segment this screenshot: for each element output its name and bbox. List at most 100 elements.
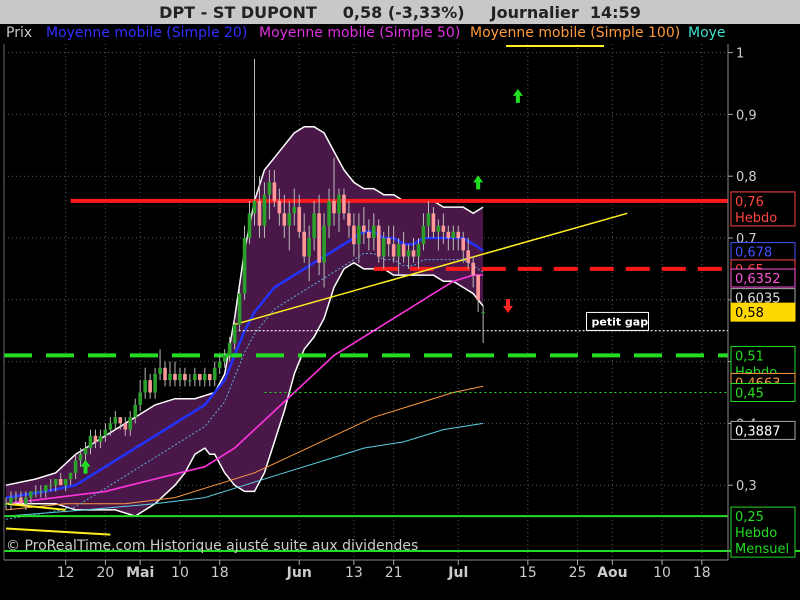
candle-body-26 xyxy=(133,404,138,418)
candle-body-1 xyxy=(9,497,13,504)
candle-body-32 xyxy=(163,367,167,381)
candle-body-89 xyxy=(446,231,451,238)
candle-body-56 xyxy=(282,213,287,226)
candle-body-38 xyxy=(193,373,197,381)
y-tick-label-1: 0,9 xyxy=(736,108,757,123)
candle-body-42 xyxy=(212,367,217,381)
price-label-text-10-0: 0,25 xyxy=(735,510,764,525)
candle-body-10 xyxy=(53,479,58,486)
candle-body-68 xyxy=(342,194,346,214)
x-tick-label-7: 21 xyxy=(385,565,403,581)
candle-body-11 xyxy=(58,479,63,486)
x-tick-label-4: 18 xyxy=(211,565,229,581)
x-tick-label-6: 13 xyxy=(345,565,363,581)
x-tick-label-2: Mai xyxy=(126,565,154,581)
candle-body-77 xyxy=(386,238,391,245)
candle-body-70 xyxy=(352,225,356,245)
candle-body-24 xyxy=(123,423,128,430)
candle-body-47 xyxy=(237,293,242,325)
candle-body-14 xyxy=(73,460,78,473)
candle-body-7 xyxy=(38,491,43,493)
candle-body-8 xyxy=(43,485,48,492)
price-chart[interactable]: petit gap10,90,80,70,60,50,40,30,76Hebdo… xyxy=(0,0,800,600)
candle-body-5 xyxy=(29,491,33,498)
y-tick-label-7: 0,3 xyxy=(736,479,757,494)
candle-body-84 xyxy=(421,225,426,245)
copyright-note: © ProRealTime.com Historique ajusté suit… xyxy=(6,538,419,554)
price-label-text-0-0: 0,76 xyxy=(735,195,764,210)
candle-body-55 xyxy=(277,200,282,214)
candle-body-64 xyxy=(322,225,326,263)
candle-body-95 xyxy=(476,275,480,300)
candle-body-29 xyxy=(148,380,152,393)
plot-layer: petit gap xyxy=(4,58,728,536)
y-tick-label-0: 1 xyxy=(736,47,744,62)
candle-body-17 xyxy=(88,435,93,449)
candle-body-96 xyxy=(481,312,485,314)
candle-body-49 xyxy=(247,213,252,238)
candle-body-52 xyxy=(262,194,267,226)
price-label-text-6-0: 0,51 xyxy=(735,349,764,364)
candle-body-73 xyxy=(367,231,371,238)
candle-body-65 xyxy=(327,200,331,226)
candle-body-92 xyxy=(461,238,466,251)
candle-body-25 xyxy=(128,417,133,430)
price-label-text-1-0: 0,678 xyxy=(735,246,772,261)
candle-body-36 xyxy=(183,373,187,381)
price-label-text-0-1: Hebdo xyxy=(735,211,777,226)
candle-body-72 xyxy=(362,225,366,232)
candle-body-59 xyxy=(297,207,302,232)
up-arrow-icon-1 xyxy=(473,175,484,190)
x-tick-label-0: 12 xyxy=(57,565,75,581)
candle-body-61 xyxy=(307,238,311,257)
candle-body-31 xyxy=(158,367,162,374)
candle-body-74 xyxy=(371,225,376,238)
candle-body-63 xyxy=(317,213,321,263)
left-trendline-1 xyxy=(5,527,111,536)
candle-body-46 xyxy=(232,324,237,344)
candle-body-27 xyxy=(138,392,142,405)
candle-body-93 xyxy=(466,250,471,263)
x-tick-label-8: Jul xyxy=(447,565,468,581)
candle-body-41 xyxy=(207,373,212,381)
candle-body-79 xyxy=(396,244,401,257)
price-label-text-9-0: 0,3887 xyxy=(735,424,781,439)
candle-body-30 xyxy=(153,373,157,393)
candle-body-69 xyxy=(347,213,351,226)
down-arrow-icon-2 xyxy=(502,298,513,313)
candle-body-33 xyxy=(168,373,172,381)
candle-body-3 xyxy=(19,497,23,504)
candle-body-83 xyxy=(416,244,421,257)
candle-body-15 xyxy=(78,454,83,461)
candle-body-86 xyxy=(431,213,436,232)
candle-body-4 xyxy=(24,497,28,504)
candle-body-82 xyxy=(411,250,416,257)
candle-body-71 xyxy=(357,225,361,245)
candle-body-2 xyxy=(14,497,18,499)
candle-body-57 xyxy=(287,213,292,226)
candle-body-50 xyxy=(252,200,257,214)
candle-body-16 xyxy=(83,448,88,455)
candle-body-40 xyxy=(203,373,207,381)
candle-body-9 xyxy=(48,485,53,487)
candle-body-51 xyxy=(257,200,262,226)
price-label-text-10-1: Hebdo xyxy=(735,526,777,541)
candle-body-20 xyxy=(103,429,108,436)
x-tick-label-10: 25 xyxy=(569,565,587,581)
candle-body-58 xyxy=(292,207,297,214)
candle-body-18 xyxy=(93,435,98,442)
price-label-text-8-0: 0,45 xyxy=(735,387,764,402)
candle-body-23 xyxy=(118,417,123,424)
candle-body-87 xyxy=(436,225,441,232)
candle-body-80 xyxy=(401,244,406,257)
candle-body-34 xyxy=(173,373,177,381)
candle-body-76 xyxy=(381,238,386,257)
candle-body-90 xyxy=(451,231,456,238)
candle-body-28 xyxy=(143,380,147,393)
price-label-text-10-2: Mensuel xyxy=(735,542,789,557)
x-tick-label-9: 15 xyxy=(519,565,537,581)
candle-body-35 xyxy=(178,373,182,381)
candle-body-43 xyxy=(217,361,222,368)
candle-body-45 xyxy=(227,343,232,356)
candle-body-62 xyxy=(312,213,316,238)
